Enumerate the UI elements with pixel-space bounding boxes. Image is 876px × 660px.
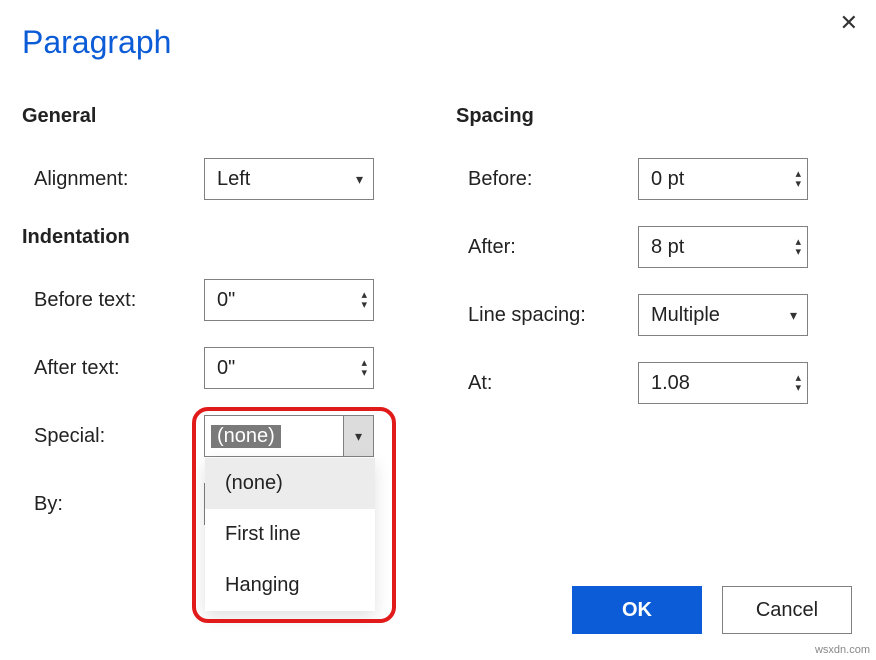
spacing-before-value: 0 pt (651, 168, 684, 191)
alignment-label: Alignment: (34, 168, 204, 191)
after-text-spinner[interactable]: 0" ▴ ▾ (204, 347, 374, 389)
line-spacing-label: Line spacing: (468, 304, 638, 327)
spacing-before-spinner[interactable]: 0 pt ▴ ▾ (638, 158, 808, 200)
chevron-down-icon: ▾ (790, 307, 797, 324)
watermark: wsxdn.com (815, 644, 870, 656)
after-text-value: 0" (217, 357, 235, 380)
special-option-none[interactable]: (none) (205, 458, 375, 509)
special-dropdown-menu: (none) First line Hanging (205, 458, 375, 611)
spacing-after-label: After: (468, 236, 638, 259)
special-dropdown[interactable]: (none) ▾ (none) First line Hanging (204, 415, 374, 457)
at-label: At: (468, 372, 638, 395)
special-label: Special: (34, 425, 204, 448)
section-spacing: Spacing (456, 105, 854, 128)
section-indentation: Indentation (22, 226, 420, 249)
ok-button[interactable]: OK (572, 586, 702, 634)
spacing-after-value: 8 pt (651, 236, 684, 259)
cancel-button[interactable]: Cancel (722, 586, 852, 634)
spinner-down-icon[interactable]: ▾ (795, 383, 801, 393)
section-general: General (22, 105, 420, 128)
spinner-down-icon[interactable]: ▾ (361, 368, 367, 378)
before-text-value: 0" (217, 289, 235, 312)
spinner-down-icon[interactable]: ▾ (795, 179, 801, 189)
close-icon: ✕ (840, 10, 858, 35)
special-option-first-line[interactable]: First line (205, 509, 375, 560)
special-option-hanging[interactable]: Hanging (205, 560, 375, 611)
special-value: (none) (211, 425, 281, 448)
chevron-down-icon: ▾ (355, 428, 362, 445)
spacing-after-spinner[interactable]: 8 pt ▴ ▾ (638, 226, 808, 268)
before-text-label: Before text: (34, 289, 204, 312)
line-spacing-dropdown[interactable]: Multiple ▾ (638, 294, 808, 336)
at-spinner[interactable]: 1.08 ▴ ▾ (638, 362, 808, 404)
line-spacing-value: Multiple (651, 304, 720, 327)
spacing-before-label: Before: (468, 168, 638, 191)
alignment-dropdown[interactable]: Left ▾ (204, 158, 374, 200)
spinner-down-icon[interactable]: ▾ (795, 247, 801, 257)
alignment-value: Left (217, 168, 250, 191)
dialog-title: Paragraph (0, 0, 876, 61)
by-label: By: (34, 493, 204, 516)
close-button[interactable]: ✕ (840, 12, 858, 34)
spinner-down-icon[interactable]: ▾ (361, 300, 367, 310)
after-text-label: After text: (34, 357, 204, 380)
chevron-down-icon: ▾ (356, 171, 363, 188)
at-value: 1.08 (651, 372, 690, 395)
before-text-spinner[interactable]: 0" ▴ ▾ (204, 279, 374, 321)
